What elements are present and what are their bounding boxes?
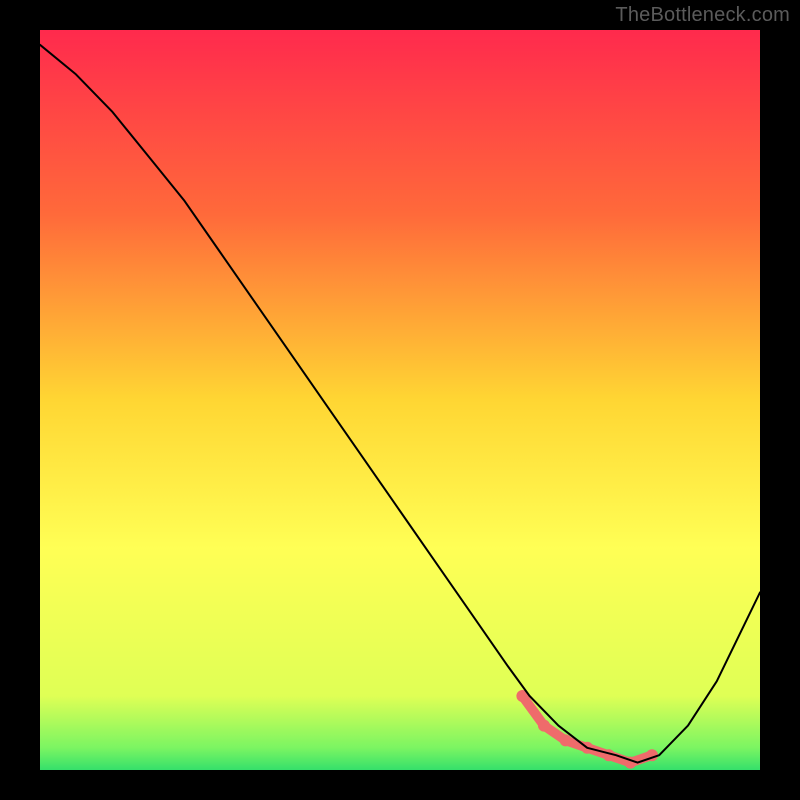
watermark-text: TheBottleneck.com (615, 4, 790, 27)
highlight-dot (538, 720, 550, 732)
chart-container: TheBottleneck.com (0, 0, 800, 800)
gradient-background (40, 30, 760, 770)
highlight-dot (560, 734, 572, 746)
chart-svg (40, 30, 760, 770)
plot-area (40, 30, 760, 770)
